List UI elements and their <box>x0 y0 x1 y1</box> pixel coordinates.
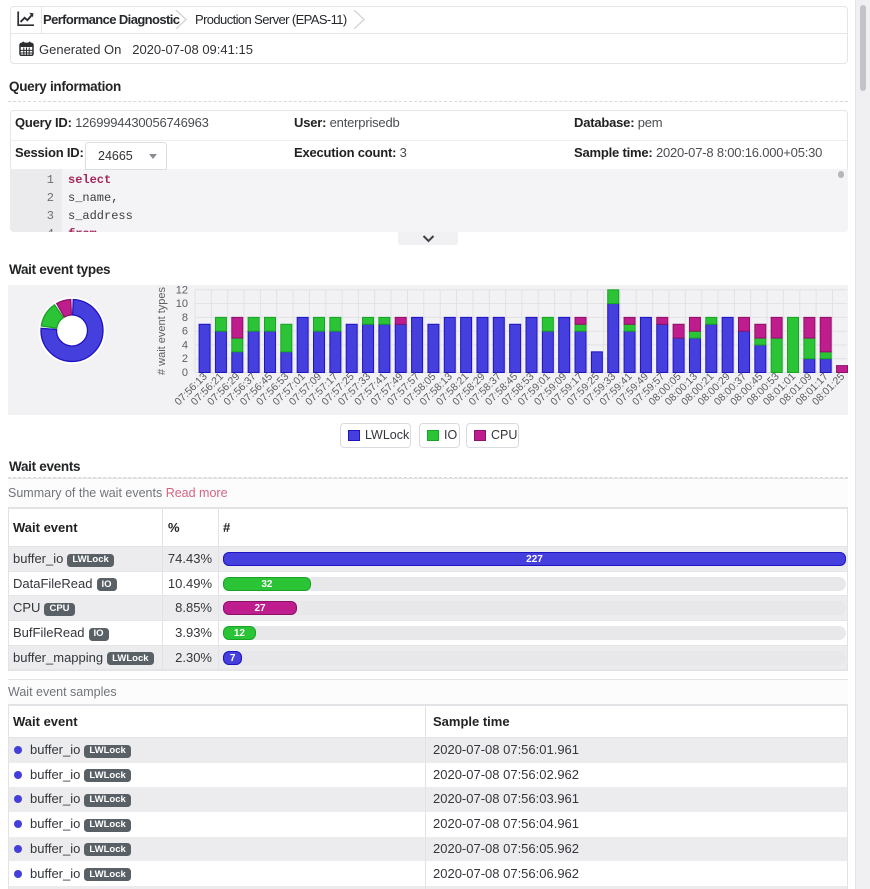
svg-text:8: 8 <box>182 312 188 324</box>
svg-text:6: 6 <box>182 326 188 338</box>
svg-text:10: 10 <box>176 298 188 310</box>
svg-text:2: 2 <box>182 353 188 365</box>
svg-text:# wait event types: # wait event types <box>156 286 168 375</box>
svg-text:4: 4 <box>182 339 188 351</box>
svg-text:12: 12 <box>176 285 188 296</box>
svg-text:0: 0 <box>182 367 188 379</box>
